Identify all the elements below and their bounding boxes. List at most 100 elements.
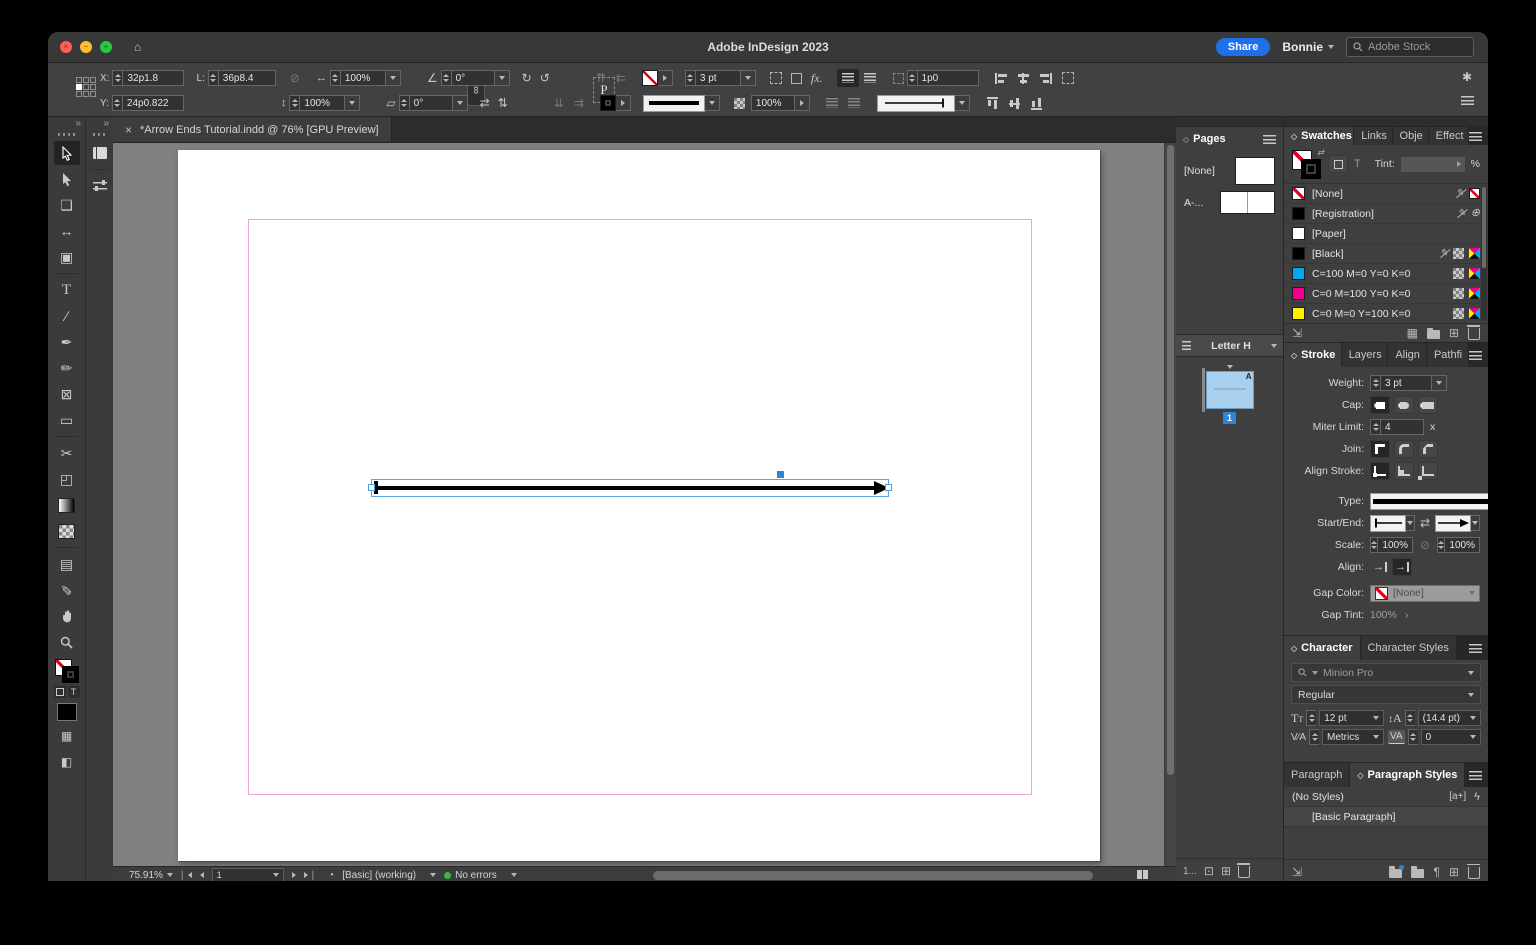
formatting-affects-text-button[interactable]: T — [67, 686, 80, 698]
swatches-fill-stroke-proxy[interactable]: ⇄ — [1292, 148, 1324, 180]
align-stroke-center-button[interactable] — [1370, 462, 1390, 480]
close-window-button[interactable]: × — [60, 41, 72, 53]
align-stroke-outside-button[interactable] — [1418, 462, 1438, 480]
stroke-weight-dropdown[interactable] — [740, 70, 756, 86]
edit-page-size-icon[interactable]: ⊡ — [1204, 865, 1214, 877]
tracking-stepper[interactable] — [1407, 729, 1418, 745]
stroke-swatch-dropdown[interactable] — [615, 95, 631, 111]
tint-field[interactable] — [1400, 156, 1465, 172]
select-previous-icon[interactable]: ⇇ — [616, 72, 626, 84]
x-stepper[interactable] — [112, 70, 123, 86]
stroke-type-select[interactable] — [1370, 492, 1488, 510]
weight-dropdown[interactable] — [1432, 375, 1447, 391]
rotate-cw-icon[interactable]: ↻ — [522, 72, 532, 84]
show-swatch-kinds-icon[interactable]: ⇲ — [1292, 327, 1302, 339]
swatch-views-icon[interactable]: ▦ — [1407, 327, 1418, 339]
cc-libraries-panel-button[interactable] — [87, 141, 113, 165]
scale-y-stepper[interactable] — [289, 95, 300, 111]
align-right-button[interactable] — [1039, 72, 1052, 84]
control-panel-menu-icon[interactable] — [1461, 96, 1474, 105]
end-arrowhead-select[interactable] — [1435, 514, 1472, 532]
share-button[interactable]: Share — [1215, 38, 1271, 56]
tab-layers[interactable]: Layers — [1341, 343, 1389, 367]
style-override-bolt-icon[interactable]: ϟ — [1474, 791, 1480, 803]
scale-y-dropdown[interactable] — [345, 95, 361, 111]
swatch-row-black[interactable]: [Black] ✎ — [1284, 244, 1488, 265]
size-bar-grip-icon[interactable] — [1182, 341, 1191, 350]
x-input[interactable]: 32p1.8 — [122, 70, 185, 86]
horizontal-scrollbar-thumb[interactable] — [653, 870, 1093, 880]
tint-more-button[interactable] — [794, 95, 810, 111]
weight-input[interactable]: 3 pt — [1380, 375, 1432, 391]
align-stroke-inside-button[interactable] — [1394, 462, 1414, 480]
preflight-status[interactable]: No errors — [444, 870, 517, 881]
document-tab[interactable]: × *Arrow Ends Tutorial.indd @ 76% [GPU P… — [113, 117, 392, 142]
new-style-group-from-styles-icon[interactable] — [1389, 864, 1405, 878]
bevel-join-button[interactable] — [1418, 440, 1438, 458]
pen-tool[interactable]: ✒ — [54, 330, 80, 354]
frame-tool[interactable]: ⊠ — [54, 382, 80, 406]
tab-character-styles[interactable]: Character Styles — [1360, 636, 1457, 660]
new-swatch-icon[interactable]: ⊞ — [1449, 327, 1459, 339]
align-top-button[interactable] — [986, 96, 998, 110]
tab-align[interactable]: Align — [1388, 343, 1427, 367]
panel-toggle-icon[interactable]: ◇ — [1183, 135, 1189, 144]
formatting-text-button[interactable]: T — [1354, 158, 1361, 170]
delete-page-icon[interactable] — [1236, 863, 1251, 878]
rotate-ccw-icon[interactable]: ↺ — [540, 72, 550, 84]
dock-grip[interactable] — [92, 133, 107, 136]
apply-color-button[interactable] — [56, 703, 77, 721]
selection-reference-handle[interactable] — [777, 471, 784, 478]
free-transform-tool[interactable]: ◰ — [54, 467, 80, 491]
kerning-stepper[interactable] — [1309, 729, 1320, 745]
line-end-dropdown[interactable] — [876, 94, 955, 112]
rotation-input[interactable]: 0° — [450, 70, 495, 86]
spread-view-icon[interactable] — [1137, 870, 1148, 879]
first-page-button[interactable]: | — [181, 870, 192, 881]
align-bottom-button[interactable] — [1030, 97, 1042, 110]
selected-line-bounding-box[interactable] — [368, 479, 892, 497]
flip-vertical-icon[interactable]: ⇅ — [498, 97, 508, 109]
tab-effects[interactable]: Effect — [1428, 127, 1469, 146]
y-input[interactable]: 24p0.822 — [121, 95, 184, 111]
last-page-button[interactable]: | — [303, 870, 314, 881]
corner-radius-stepper[interactable] — [906, 70, 917, 86]
previous-page-button[interactable] — [199, 872, 204, 878]
settings-gear-icon[interactable]: ✱ — [1462, 71, 1472, 83]
character-panel-menu-icon[interactable] — [1469, 643, 1482, 653]
wrap-jump-button[interactable] — [821, 94, 843, 112]
y-stepper[interactable] — [111, 95, 122, 111]
line-end-handle[interactable] — [885, 484, 892, 491]
start-arrowhead-select[interactable] — [1370, 514, 1406, 532]
shear-stepper[interactable] — [398, 95, 409, 111]
round-join-button[interactable] — [1394, 440, 1414, 458]
stroke-type-dropdown[interactable] — [642, 94, 705, 112]
adobe-stock-search[interactable]: Adobe Stock — [1346, 37, 1474, 57]
formatting-container-button[interactable] — [1328, 155, 1348, 174]
wrap-around-bounding-box-button[interactable] — [859, 69, 881, 87]
tab-pathfinder[interactable]: Pathfi — [1426, 343, 1469, 367]
vertical-scrollbar[interactable] — [1164, 143, 1176, 866]
zoom-window-button[interactable]: + — [100, 41, 112, 53]
stroke-weight-stepper[interactable] — [684, 70, 695, 86]
new-page-icon[interactable]: ⊞ — [1221, 865, 1231, 877]
stroke-panel-menu-icon[interactable] — [1469, 350, 1482, 360]
tint-input[interactable]: 100% — [750, 95, 795, 111]
align-left-button[interactable] — [994, 72, 1008, 84]
tab-object-styles[interactable]: Obje — [1392, 127, 1429, 146]
preflight-profile-dropdown[interactable]: [Basic] (working) — [342, 870, 437, 881]
gap-color-dropdown[interactable]: [None] — [1370, 584, 1480, 602]
gap-tint-more-icon[interactable]: › — [1405, 609, 1409, 621]
wrap-clear-button[interactable] — [843, 94, 865, 112]
master-a-row[interactable]: A-... — [1176, 191, 1283, 214]
miter-input[interactable]: 4 — [1380, 419, 1424, 435]
stroke-black-proxy[interactable] — [1301, 159, 1321, 180]
stroke-weight-input[interactable]: 3 pt — [694, 70, 741, 86]
eyedropper-tool[interactable]: ✐ — [54, 578, 80, 602]
basic-paragraph-style-row[interactable]: [Basic Paragraph] — [1284, 806, 1488, 827]
formatting-affects-container-button[interactable] — [53, 686, 66, 698]
projecting-cap-button[interactable] — [1418, 396, 1438, 414]
rectangle-tool[interactable]: ▭ — [54, 408, 80, 432]
page-1-thumbnail[interactable]: A — [1201, 368, 1254, 412]
pencil-tool[interactable]: ✏ — [54, 356, 80, 380]
